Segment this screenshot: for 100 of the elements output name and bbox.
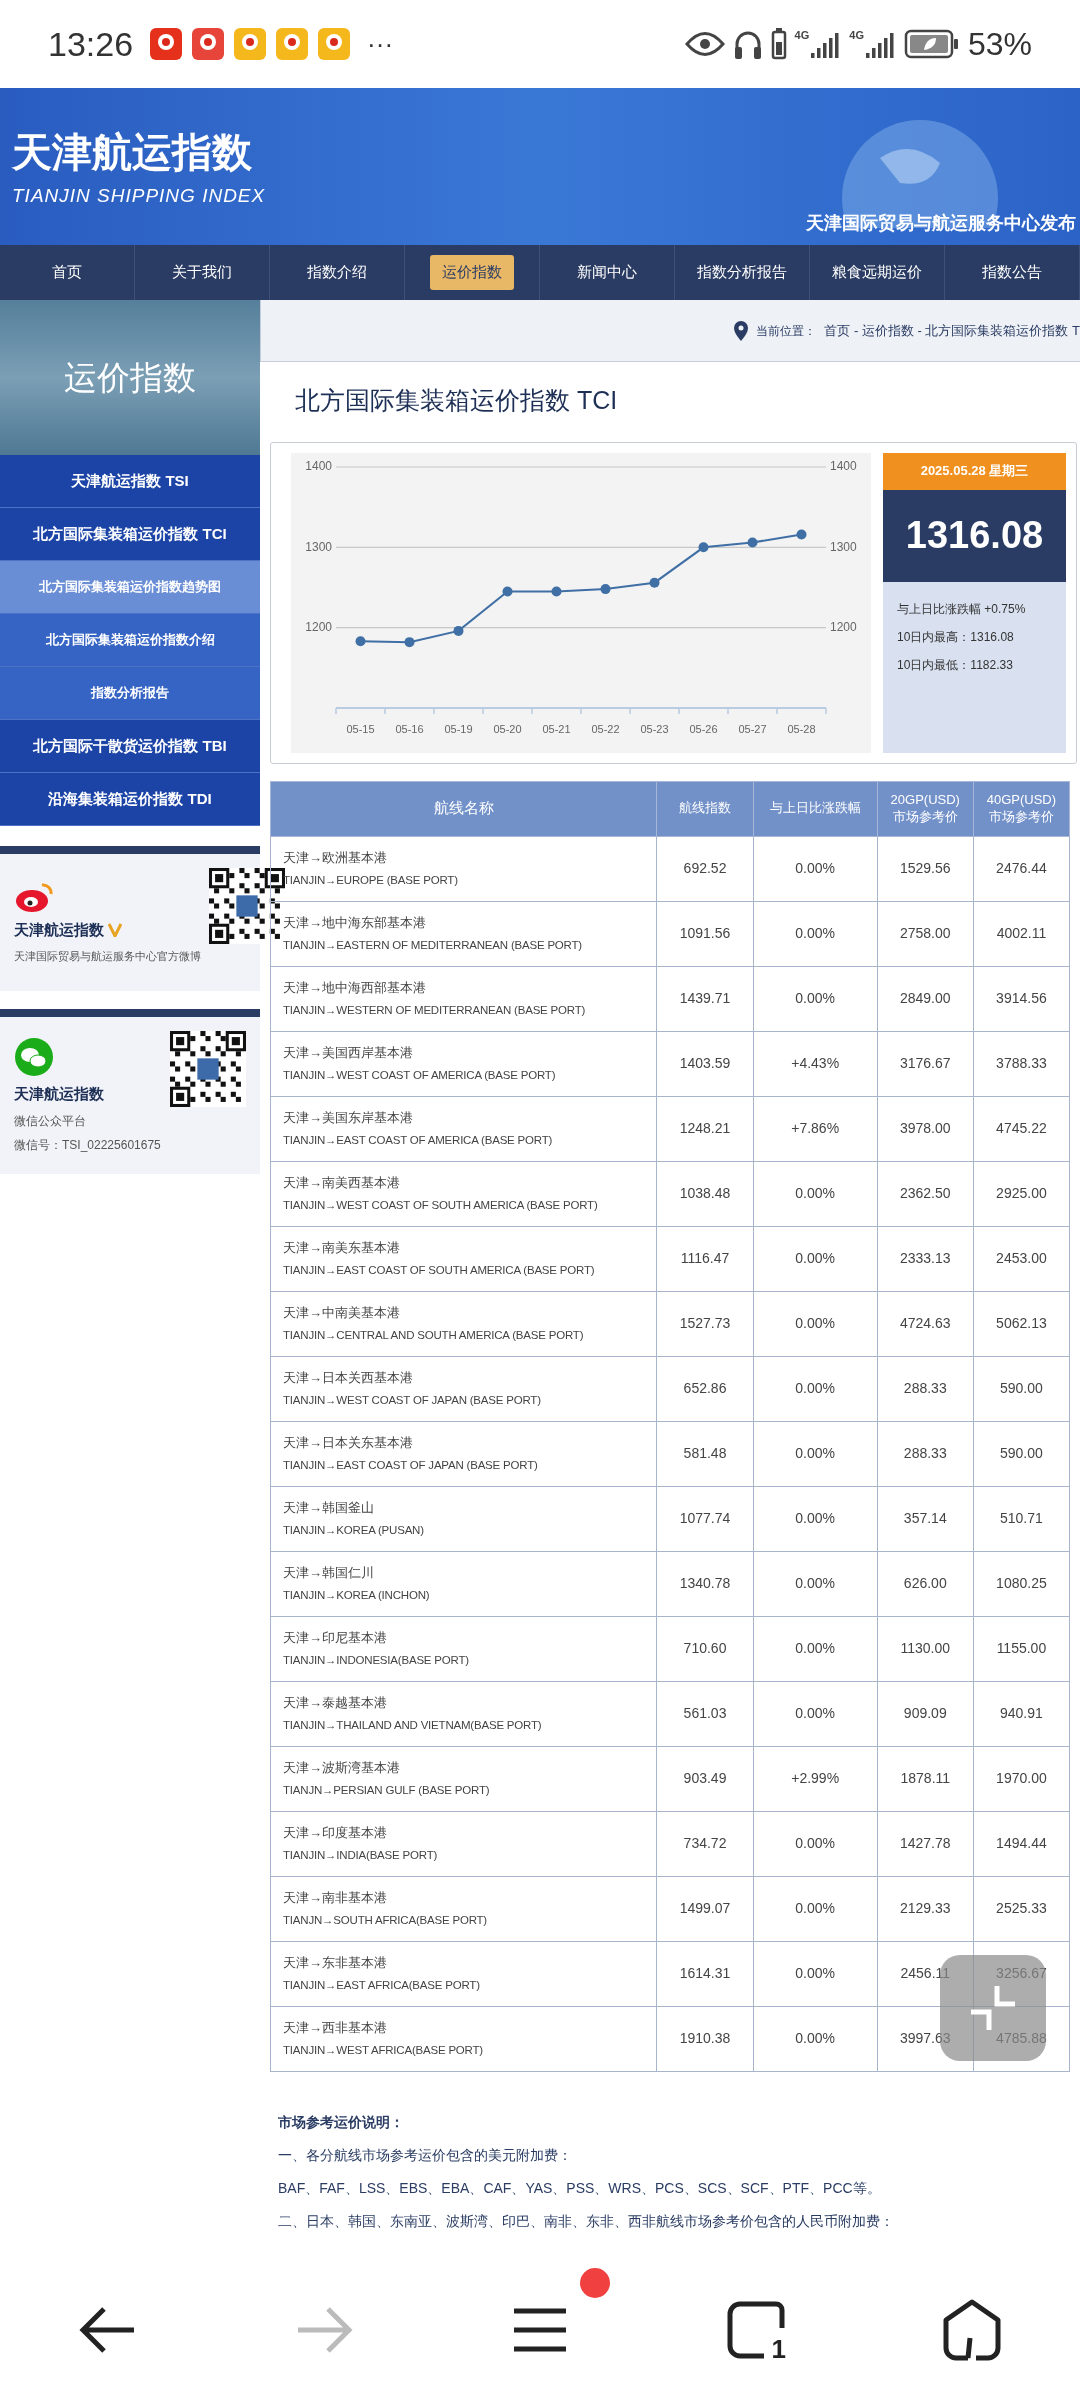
table-cell: 1038.48 [656,1161,754,1226]
nav-tab[interactable]: 新闻中心 [565,255,649,290]
column-header: 与上日比涨跌幅 [753,781,878,836]
data-point [502,586,513,596]
column-header: 航线名称 [270,781,657,836]
table-cell: 0.00% [753,1486,878,1551]
table-cell: 652.86 [656,1356,754,1421]
table-cell: 0.00% [753,1811,878,1876]
site-title: 天津航运指数 [12,129,252,177]
battery-icon [903,28,960,60]
tabs-icon [726,2300,786,2360]
weibo-name: 天津航运指数 [14,920,104,940]
site-slogan: 天津国际贸易与航运服务中心发布 [806,212,1076,235]
table-cell: 2476.44 [973,836,1070,901]
page-title: 北方国际集装箱运价指数 TCI [294,385,619,416]
data-point [453,625,464,636]
y-tick-label: 1400 [830,458,857,473]
data-point [649,577,660,588]
table-cell: 1878.11 [877,1746,974,1811]
table-cell: 1910.38 [656,2006,754,2071]
wechat-id: 微信号：TSI_02225601675 [14,1136,162,1154]
summary-low: 10日内最低：1182.33 [897,656,1014,674]
table-cell: 1499.07 [656,1876,754,1941]
table-cell: 3978.00 [877,1096,974,1161]
summary-change: 与上日比涨跌幅 +0.75% [897,600,1027,618]
route-cell: 天津→韩国釜山 TIANJIN→KOREA (PUSAN) [270,1486,657,1551]
table-cell: 2453.00 [973,1226,1070,1291]
table-cell: 1527.73 [656,1291,754,1356]
sidebar-item[interactable]: 沿海集装箱运价指数 TDI [0,773,260,826]
y-tick-label: 1300 [830,539,857,553]
table-cell: 710.60 [656,1616,754,1681]
app-notification-icon [275,27,310,61]
sidebar-item[interactable]: 北方国际干散货运价指数 TBI [0,720,260,773]
table-cell: 0.00% [753,1681,878,1746]
table-cell: 1529.56 [877,836,974,901]
table-cell: 0.00% [753,1551,878,1616]
more-notifications: ··· [367,27,394,61]
table-cell: 903.49 [656,1746,754,1811]
table-cell: 0.00% [753,836,878,901]
table-cell: 357.14 [877,1486,974,1551]
x-tick-label: 05-19 [444,722,473,735]
nav-tab[interactable]: 指数介绍 [295,255,379,290]
x-tick-label: 05-26 [689,722,718,735]
table-cell: 0.00% [753,1226,878,1291]
route-cell: 天津→地中海西部基本港 TIANJIN→WESTERN OF MEDITERRANEAN (BASE PORT) [270,966,657,1031]
table-cell: +4.43% [753,1031,878,1096]
table-cell: 2525.33 [973,1876,1070,1941]
table-cell: 4724.63 [877,1291,974,1356]
route-cell: 天津→南非基本港 TIANJN→SOUTH AFRICA(BASE PORT) [270,1876,657,1941]
y-tick-label: 1300 [305,539,332,553]
nav-tab[interactable]: 粮食远期运价 [820,255,934,290]
x-tick-label: 05-27 [738,722,767,735]
tabs-button[interactable]: 1 [716,2290,796,2370]
table-cell: 4745.22 [973,1096,1070,1161]
summary-date: 2025.05.28 星期三 [883,452,1066,490]
table-cell: 0.00% [753,901,878,966]
breadcrumb-path[interactable]: 首页 - 运价指数 - 北方国际集装箱运价指数 T [824,320,1080,341]
route-cell: 天津→印度基本港 TIANJIN→INDIA(BASE PORT) [270,1811,657,1876]
table-cell: +2.99% [753,1746,878,1811]
nav-tab[interactable]: 关于我们 [160,255,244,290]
nav-tab[interactable]: 首页 [40,255,94,290]
table-cell: 734.72 [656,1811,754,1876]
table-cell: +7.86% [753,1096,878,1161]
sidebar-header: 运价指数 [0,300,260,455]
table-cell: 909.09 [877,1681,974,1746]
table-cell: 590.00 [973,1356,1070,1421]
wechat-icon [14,1037,54,1078]
route-cell: 天津→泰越基本港 TIANJIN→THAILAND AND VIETNAM(BASE PORT) [270,1681,657,1746]
table-cell: 0.00% [753,1616,878,1681]
nav-tab[interactable]: 指数分析报告 [685,255,799,290]
route-cell: 天津→地中海东部基本港 TIANJIN→EASTERN OF MEDITERRANEAN (BASE PORT) [270,901,657,966]
x-tick-label: 05-23 [640,722,669,735]
home-icon [942,2298,1002,2362]
signal-icon [811,30,842,58]
table-cell: 4002.11 [973,901,1070,966]
table-cell: 0.00% [753,1941,878,2006]
sidebar-item[interactable]: 指数分析报告 [0,667,260,720]
table-cell: 2758.00 [877,901,974,966]
qr-code-icon [170,1031,246,1107]
data-point [796,529,807,539]
route-cell: 天津→中南美基本港 TIANJIN→CENTRAL AND SOUTH AMERICA (BASE PORT) [270,1291,657,1356]
sidebar-item[interactable]: 天津航运指数 TSI [0,455,260,508]
route-cell: 天津→西非基本港 TIANJIN→WEST AFRICA(BASE PORT) [270,2006,657,2071]
nav-tab[interactable]: 指数公告 [970,255,1054,290]
x-tick-label: 05-20 [493,722,522,735]
notes-line: 二、日本、韩国、东南亚、波斯湾、印巴、南非、东非、西非航线市场参考价包含的人民币附加费： [278,2211,895,2231]
table-cell: 2849.00 [877,966,974,1031]
nav-tab[interactable]: 运价指数 [430,255,514,290]
table-cell: 1077.74 [656,1486,754,1551]
route-cell: 天津→美国西岸基本港 TIANJIN→WEST COAST OF AMERICA (BASE PORT) [270,1031,657,1096]
table-cell: 0.00% [753,2006,878,2071]
route-cell: 天津→南美东基本港 TIANJIN→EAST COAST OF SOUTH AMERICA (BASE PORT) [270,1226,657,1291]
sidebar-item[interactable]: 北方国际集装箱运价指数 TCI [0,508,260,561]
table-cell: 3788.33 [973,1031,1070,1096]
sidebar-item[interactable]: 北方国际集装箱运价指数介绍 [0,614,260,667]
table-cell: 288.33 [877,1356,974,1421]
data-point [551,586,562,596]
table-cell: 0.00% [753,1161,878,1226]
network-type: 4G [849,30,864,41]
table-cell: 1403.59 [656,1031,754,1096]
